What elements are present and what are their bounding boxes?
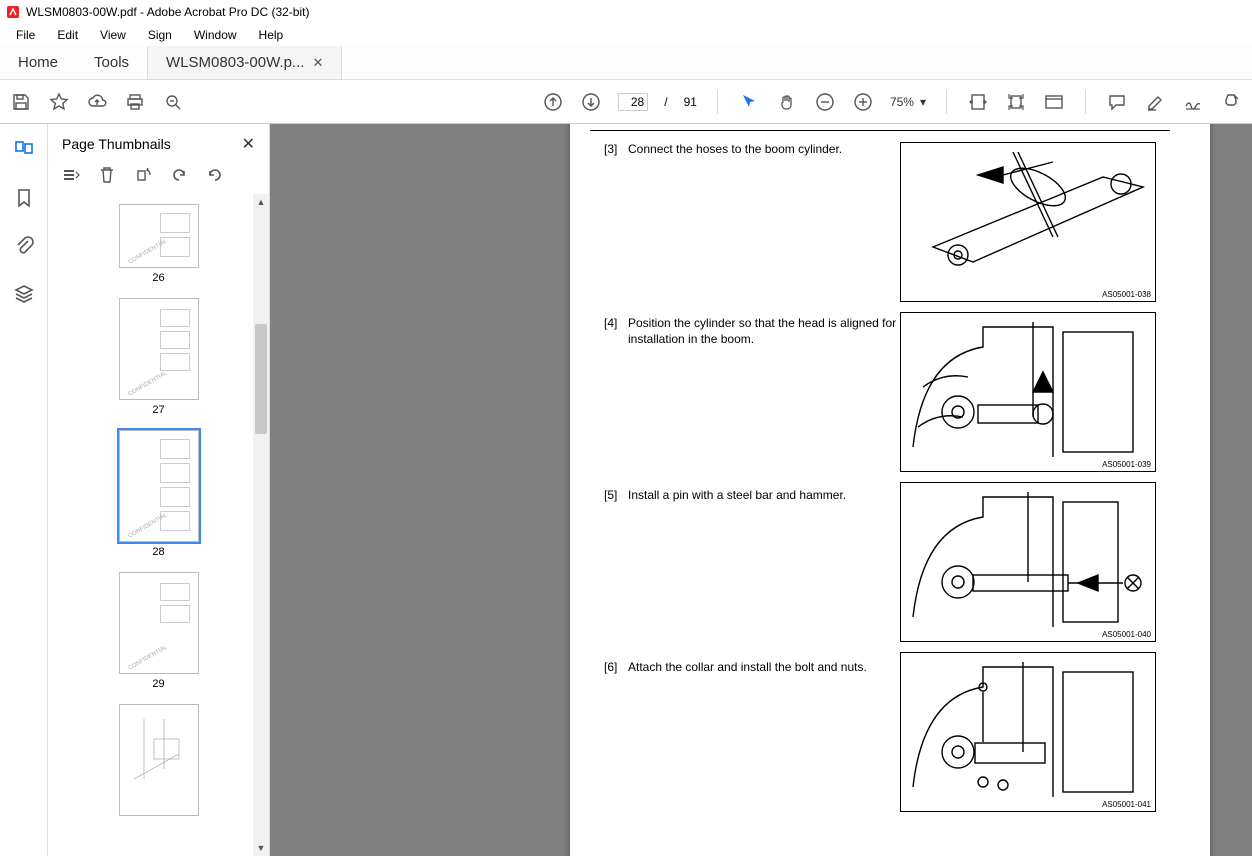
step-3-number: [3]: [604, 142, 617, 156]
thumb-options-icon[interactable]: [60, 164, 82, 186]
tab-tools[interactable]: Tools: [76, 46, 147, 79]
page-rule: [590, 130, 1170, 131]
tab-close-icon[interactable]: ✕: [312, 55, 323, 71]
scroll-down-icon[interactable]: ▼: [253, 840, 269, 856]
thumbnail-29[interactable]: CONFIDENTIAL: [119, 572, 199, 674]
stamp-icon[interactable]: [1220, 91, 1242, 113]
thumbnails-toolbar: [48, 160, 269, 194]
figure-6-label: AS05001-041: [1102, 800, 1151, 809]
thumbnails-nav-icon[interactable]: [12, 138, 36, 162]
zoom-in-icon[interactable]: [852, 91, 874, 113]
page-up-icon[interactable]: [542, 91, 564, 113]
thumb-delete-icon[interactable]: [96, 164, 118, 186]
scrollbar-thumb[interactable]: [255, 324, 267, 434]
step-4-text: Position the cylinder so that the head i…: [628, 316, 898, 347]
page-down-icon[interactable]: [580, 91, 602, 113]
window-title: WLSM0803-00W.pdf - Adobe Acrobat Pro DC …: [26, 5, 309, 19]
thumbnail-30[interactable]: [119, 704, 199, 816]
figure-3: AS05001-038: [900, 142, 1156, 302]
thumbnail-27-label: 27: [48, 404, 269, 416]
find-icon[interactable]: [162, 91, 184, 113]
thumbnails-close-icon[interactable]: ✕: [242, 134, 255, 154]
figure-4-label: AS05001-039: [1102, 460, 1151, 469]
select-tool-icon[interactable]: [738, 91, 760, 113]
figure-5: AS05001-040: [900, 482, 1156, 642]
titlebar: WLSM0803-00W.pdf - Adobe Acrobat Pro DC …: [0, 0, 1252, 24]
cloud-share-icon[interactable]: [86, 91, 108, 113]
fit-width-icon[interactable]: [967, 91, 989, 113]
page-separator: /: [664, 95, 667, 109]
thumb-redo-icon[interactable]: [204, 164, 226, 186]
menu-file[interactable]: File: [6, 26, 45, 44]
print-icon[interactable]: [124, 91, 146, 113]
hand-tool-icon[interactable]: [776, 91, 798, 113]
page-total: 91: [684, 95, 697, 109]
step-4-number: [4]: [604, 316, 617, 330]
thumbnails-panel: Page Thumbnails ✕ CONFIDENTIAL 26 CONFID…: [48, 124, 270, 856]
thumbnails-list: CONFIDENTIAL 26 CONFIDENTIAL 27 CONFIDEN…: [48, 194, 269, 856]
tab-home[interactable]: Home: [0, 46, 76, 79]
zoom-select[interactable]: 75% ▾: [890, 95, 926, 109]
menu-view[interactable]: View: [90, 26, 136, 44]
menu-window[interactable]: Window: [184, 26, 247, 44]
menu-edit[interactable]: Edit: [47, 26, 88, 44]
thumbnails-scrollbar[interactable]: ▲ ▼: [253, 194, 269, 856]
figure-4: AS05001-039: [900, 312, 1156, 472]
chevron-down-icon: ▾: [920, 95, 926, 109]
save-icon[interactable]: [10, 91, 32, 113]
scroll-up-icon[interactable]: ▲: [253, 194, 269, 210]
step-6-number: [6]: [604, 660, 617, 674]
attachments-nav-icon[interactable]: [12, 234, 36, 258]
thumbnails-title: Page Thumbnails: [62, 136, 171, 152]
thumbnail-28[interactable]: CONFIDENTIAL: [119, 430, 199, 542]
content: Page Thumbnails ✕ CONFIDENTIAL 26 CONFID…: [0, 124, 1252, 856]
thumb-undo-icon[interactable]: [168, 164, 190, 186]
figure-5-label: AS05001-040: [1102, 630, 1151, 639]
step-3-text: Connect the hoses to the boom cylinder.: [628, 142, 898, 158]
fit-page-icon[interactable]: [1005, 91, 1027, 113]
toolbar: / 91 75% ▾: [0, 80, 1252, 124]
thumbnail-27[interactable]: CONFIDENTIAL: [119, 298, 199, 400]
figure-6: AS05001-041: [900, 652, 1156, 812]
thumb-rotate-icon[interactable]: [132, 164, 154, 186]
zoom-out-icon[interactable]: [814, 91, 836, 113]
star-icon[interactable]: [48, 91, 70, 113]
step-5-number: [5]: [604, 488, 617, 502]
layers-nav-icon[interactable]: [12, 282, 36, 306]
comment-icon[interactable]: [1106, 91, 1128, 113]
sign-icon[interactable]: [1182, 91, 1204, 113]
document-area[interactable]: [3] Connect the hoses to the boom cylind…: [270, 124, 1252, 856]
tab-document[interactable]: WLSM0803-00W.p... ✕: [147, 46, 342, 79]
page-number-input[interactable]: [618, 93, 648, 111]
thumbnail-28-label: 28: [48, 546, 269, 558]
acrobat-icon: [6, 5, 20, 19]
read-mode-icon[interactable]: [1043, 91, 1065, 113]
step-5-text: Install a pin with a steel bar and hamme…: [628, 488, 898, 504]
zoom-value: 75%: [890, 95, 914, 109]
menu-sign[interactable]: Sign: [138, 26, 182, 44]
document-page: [3] Connect the hoses to the boom cylind…: [570, 124, 1210, 856]
big-tabs: Home Tools WLSM0803-00W.p... ✕: [0, 46, 1252, 80]
thumbnail-26-label: 26: [48, 272, 269, 284]
thumbnail-26[interactable]: CONFIDENTIAL: [119, 204, 199, 268]
thumbnail-29-label: 29: [48, 678, 269, 690]
step-6-text: Attach the collar and install the bolt a…: [628, 660, 898, 676]
menubar: File Edit View Sign Window Help: [0, 24, 1252, 46]
bookmark-nav-icon[interactable]: [12, 186, 36, 210]
menu-help[interactable]: Help: [249, 26, 294, 44]
highlight-icon[interactable]: [1144, 91, 1166, 113]
figure-3-label: AS05001-038: [1102, 290, 1151, 299]
side-rail: [0, 124, 48, 856]
tab-document-label: WLSM0803-00W.p...: [166, 54, 304, 71]
